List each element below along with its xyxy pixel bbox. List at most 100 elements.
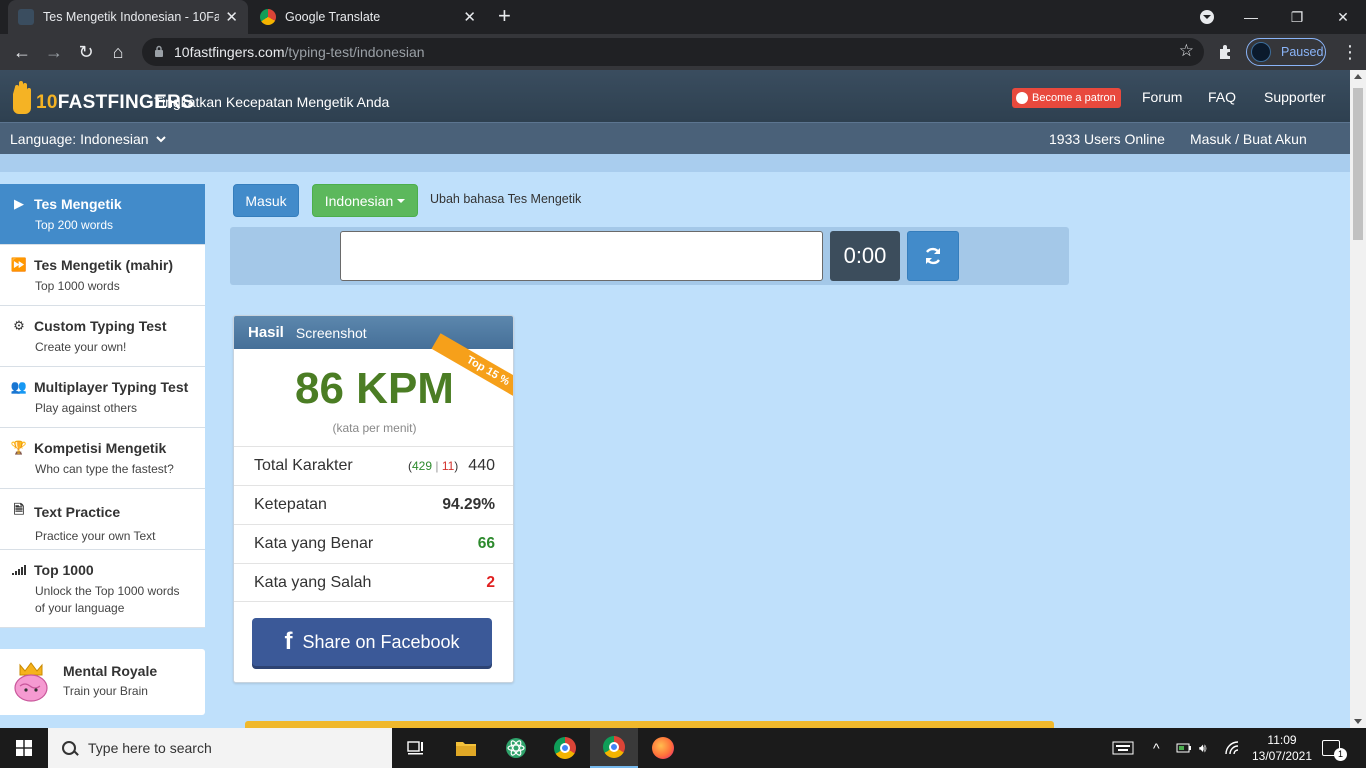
atom-app-icon[interactable] <box>492 728 540 768</box>
profile-paused-button[interactable]: Paused <box>1246 38 1326 66</box>
chrome-icon[interactable] <box>541 728 589 768</box>
sidebar-item-title: Multiplayer Typing Test <box>34 379 189 395</box>
restart-button[interactable] <box>907 231 959 281</box>
fast-forward-icon: ⏩ <box>10 257 28 272</box>
sidebar-item-top-1000[interactable]: Top 1000 Unlock the Top 1000 words of you… <box>0 550 205 628</box>
row-label: Ketepatan <box>254 496 327 513</box>
sidebar-item-text-practice[interactable]: 🗎 Text Practice Practice your own Text <box>0 489 205 550</box>
results-heading: Hasil <box>248 324 284 341</box>
refresh-icon <box>925 247 941 265</box>
avatar <box>1251 42 1271 62</box>
users-online: 1933 Users Online <box>1049 131 1165 147</box>
correct-keystrokes: 429 <box>411 459 433 473</box>
wpm-score: 86 KPM <box>295 364 454 413</box>
close-tab-icon[interactable]: ✕ <box>463 8 476 26</box>
bookmark-star-icon[interactable]: ☆ <box>1179 41 1194 61</box>
login-register-link[interactable]: Masuk / Buat Akun <box>1190 131 1307 147</box>
firefox-icon[interactable] <box>639 728 687 768</box>
subtitle-line-1: Unlock the Top 1000 words <box>35 584 180 598</box>
scroll-up-icon[interactable] <box>1354 74 1362 79</box>
browser-menu-icon[interactable]: ⋮ <box>1338 40 1362 64</box>
results-panel: Hasil Screenshot Top 15 % 86 KPM (kata p… <box>233 315 514 683</box>
language-dropdown-label: Indonesian <box>324 192 394 209</box>
document-icon: 🗎 <box>13 502 25 517</box>
signal-bars-icon <box>11 565 27 575</box>
gears-icon: ⚙ <box>13 318 25 333</box>
patreon-icon <box>1016 92 1028 104</box>
volume-icon[interactable]: 🔊︎ <box>1199 728 1207 768</box>
tab-10fastfingers[interactable]: Tes Mengetik Indonesian - 10Fast ✕ <box>8 0 248 34</box>
language-dropdown-button[interactable]: Indonesian <box>312 184 418 217</box>
screenshot-tab[interactable]: Screenshot <box>296 325 367 341</box>
minimize-icon[interactable]: — <box>1228 0 1274 34</box>
sidebar: ▶ Tes Mengetik Top 200 words ⏩ Tes Mengeti… <box>0 184 205 628</box>
row-value: 440 <box>468 457 495 474</box>
sidebar-item-subtitle: Unlock the Top 1000 words of your languag… <box>11 583 195 617</box>
notification-center-icon[interactable]: 1 <box>1322 728 1353 768</box>
profile-menu-icon[interactable] <box>1184 0 1230 34</box>
total-characters-row: Total Karakter (429 | 11) 440 <box>234 446 513 485</box>
sidebar-item-subtitle: Create your own! <box>35 340 127 354</box>
masuk-button[interactable]: Masuk <box>233 184 299 217</box>
scrollbar-thumb[interactable] <box>1353 88 1363 240</box>
language-selector[interactable]: Language: Indonesian <box>10 131 167 147</box>
nav-supporter[interactable]: Supporter <box>1264 89 1325 105</box>
close-tab-icon[interactable]: ✕ <box>225 8 238 26</box>
reload-icon[interactable]: ↻ <box>74 40 98 64</box>
taskbar-search-input[interactable]: Type here to search <box>48 728 392 768</box>
chrome-active-icon[interactable] <box>590 728 638 768</box>
users-icon: 👥 <box>10 379 28 394</box>
sidebar-item-subtitle: Practice your own Text <box>35 529 156 543</box>
sidebar-item-advanced-test[interactable]: ⏩ Tes Mengetik (mahir) Top 1000 words <box>0 245 205 306</box>
new-tab-icon[interactable]: + <box>498 5 511 27</box>
address-bar[interactable]: 10fastfingers.com/typing-test/indonesian… <box>142 38 1204 66</box>
sidebar-item-typing-test[interactable]: ▶ Tes Mengetik Top 200 words <box>0 184 205 245</box>
chevron-down-icon <box>156 136 167 143</box>
file-explorer-icon[interactable] <box>442 728 490 768</box>
share-facebook-button[interactable]: f Share on Facebook <box>252 618 492 666</box>
browser-toolbar: ← → ↻ ⌂ 10fastfingers.com/typing-test/in… <box>0 34 1366 70</box>
sidebar-item-custom-test[interactable]: ⚙ Custom Typing Test Create your own! <box>0 306 205 367</box>
page-scrollbar[interactable] <box>1350 70 1366 728</box>
url-domain: 10fastfingers.com <box>174 44 285 60</box>
logo-ten: 10 <box>36 92 58 113</box>
nav-forum[interactable]: Forum <box>1142 89 1182 105</box>
back-icon[interactable]: ← <box>10 40 34 64</box>
search-placeholder: Type here to search <box>88 740 212 756</box>
royale-title: Mental Royale <box>63 663 158 679</box>
nav-faq[interactable]: FAQ <box>1208 89 1236 105</box>
tab-google-translate[interactable]: Google Translate ✕ <box>250 0 486 34</box>
home-icon[interactable]: ⌂ <box>106 40 130 64</box>
window-close-icon[interactable]: ✕ <box>1320 0 1366 34</box>
correct-words-row: Kata yang Benar 66 <box>234 524 513 563</box>
show-hidden-icons[interactable]: ^ <box>1153 728 1160 768</box>
forward-icon[interactable]: → <box>42 40 66 64</box>
battery-icon[interactable] <box>1176 728 1192 768</box>
scroll-down-icon[interactable] <box>1354 719 1362 724</box>
lock-icon <box>155 45 163 57</box>
search-icon <box>62 741 79 756</box>
row-value: 94.29% <box>442 496 495 513</box>
become-patron-button[interactable]: Become a patron <box>1012 88 1121 108</box>
task-view-icon[interactable] <box>392 728 440 768</box>
wifi-icon[interactable] <box>1224 728 1240 768</box>
header-stripe <box>0 154 1350 172</box>
sidebar-item-competition[interactable]: 🏆 Kompetisi Mengetik Who can type the fas… <box>0 428 205 489</box>
trophy-icon: 🏆 <box>10 440 28 455</box>
clock-time: 11:09 <box>1267 733 1297 747</box>
wrong-keystrokes: 11 <box>441 459 455 473</box>
10fastfingers-favicon-icon <box>18 9 34 25</box>
keystroke-breakdown: (429 | 11) <box>407 459 459 473</box>
restore-icon[interactable]: ❐ <box>1274 0 1320 34</box>
share-facebook-label: Share on Facebook <box>302 631 460 652</box>
sidebar-item-multiplayer[interactable]: 👥 Multiplayer Typing Test Play against ot… <box>0 367 205 428</box>
extensions-puzzle-icon[interactable] <box>1214 40 1238 64</box>
sidebar-item-title: Custom Typing Test <box>34 318 167 334</box>
taskbar-clock[interactable]: 11:09 13/07/2021 <box>1248 732 1316 764</box>
sidebar-item-title: Tes Mengetik <box>34 196 122 212</box>
keyboard-layout-icon[interactable] <box>1112 728 1134 768</box>
typing-input[interactable] <box>340 231 823 281</box>
windows-start-icon[interactable] <box>0 728 48 768</box>
mental-royale-promo[interactable]: Mental Royale Train your Brain <box>0 649 205 715</box>
hand-logo-icon <box>13 81 31 114</box>
